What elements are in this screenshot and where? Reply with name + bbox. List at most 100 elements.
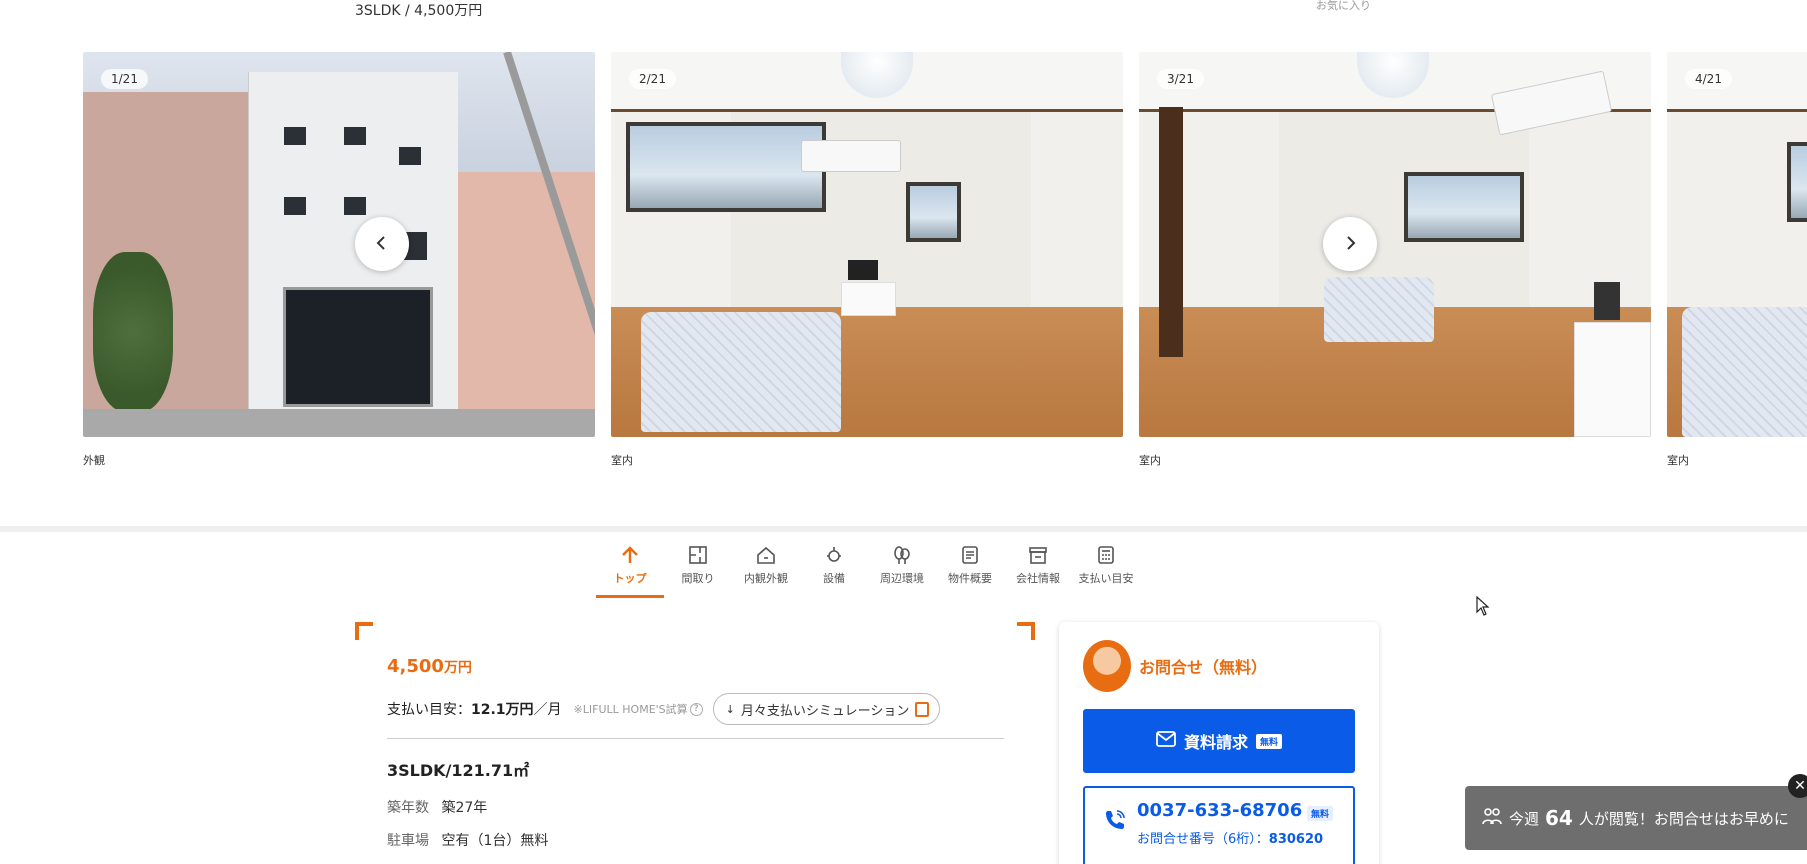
window	[284, 197, 306, 215]
property-summary: 3SLDK / 4,500万円	[355, 3, 483, 19]
interior-photo[interactable]: 4/21	[1667, 52, 1807, 437]
photo-counter: 2/21	[629, 69, 676, 89]
payment-estimate: 支払い目安： 12.1万円 ／月 ※LIFULL HOME'S試算 ? ↓ 月々…	[387, 693, 941, 725]
arrow-up-icon	[619, 544, 641, 566]
arrow-down-icon: ↓	[725, 702, 735, 716]
tab-company[interactable]: 会社情報	[1004, 540, 1072, 596]
bed	[1324, 277, 1434, 342]
people-icon	[1481, 806, 1503, 830]
tv	[848, 260, 878, 280]
chevron-right-icon	[1341, 229, 1359, 259]
entrance-door	[283, 287, 433, 407]
price-unit: 万円	[443, 660, 472, 676]
spec-row: 築年数 築27年	[387, 797, 487, 817]
inquiry-code: 830620	[1268, 832, 1324, 847]
interior-photo[interactable]: 3/21	[1139, 52, 1651, 437]
tab-overview[interactable]: 物件概要	[936, 540, 1004, 596]
photo-counter: 1/21	[101, 69, 148, 89]
gallery-slide[interactable]: 1/21 外観	[83, 52, 595, 467]
property-price: 4,500万円	[387, 656, 472, 677]
calculator-icon	[1095, 544, 1117, 566]
photo-caption: 外観	[83, 454, 105, 467]
spec-key: 駐車場	[387, 833, 429, 849]
window	[626, 122, 826, 212]
tab-label: 設備	[823, 572, 845, 585]
phone-free-badge: 無料	[1307, 806, 1334, 821]
favorite-label[interactable]: お気に入り	[1316, 0, 1371, 13]
payment-label: 支払い目安：	[387, 702, 471, 718]
phone-contact[interactable]: 0037-633-68706 無料 お問合せ番号（6桁）：830620	[1083, 786, 1355, 864]
photo-counter: 3/21	[1157, 69, 1204, 89]
tab-label: 間取り	[681, 572, 715, 585]
window	[1787, 142, 1807, 222]
payment-note: ※LIFULL HOME'S試算	[573, 703, 688, 716]
window	[906, 182, 961, 242]
interior-photo[interactable]: 2/21	[611, 52, 1123, 437]
payment-unit: ／月	[533, 702, 562, 718]
help-icon[interactable]: ?	[689, 702, 703, 716]
section-divider	[0, 526, 1807, 532]
tab-photos[interactable]: 内観外観	[732, 540, 800, 596]
contact-card: お問合せ（無料） 資料請求 無料 0037-633-68706 無料 お問合せ番…	[1059, 622, 1379, 864]
street	[83, 409, 595, 437]
request-documents-button[interactable]: 資料請求 無料	[1083, 709, 1355, 773]
tab-floorplan[interactable]: 間取り	[664, 540, 732, 596]
tab-label: 周辺環境	[880, 572, 924, 585]
gallery-slide[interactable]: 2/21 室内	[611, 52, 1123, 467]
monitor	[1594, 282, 1620, 320]
bed	[1682, 307, 1807, 437]
spec-value: 空有（1台）無料	[441, 833, 549, 849]
tab-label: 支払い目安	[1078, 572, 1134, 585]
phone-icon	[1103, 808, 1127, 832]
store-icon	[1027, 544, 1049, 566]
section-tabs: トップ 間取り 内観外観 設備 周辺環境 物件概要 会社情報 支払い目安	[596, 540, 1140, 598]
tree	[93, 252, 173, 412]
exterior-photo[interactable]: 1/21	[83, 52, 595, 437]
door-frame	[1159, 107, 1183, 357]
floorplan-icon	[687, 544, 709, 566]
cabinet	[1574, 322, 1651, 437]
window	[344, 127, 366, 145]
photo-caption: 室内	[611, 454, 633, 467]
simulation-button[interactable]: ↓ 月々支払いシミュレーション	[712, 693, 941, 725]
price-number: 4,500	[387, 656, 444, 677]
gallery-slide[interactable]: 3/21 室内	[1139, 52, 1651, 467]
cabinet	[841, 282, 896, 316]
tab-surroundings[interactable]: 周辺環境	[868, 540, 936, 596]
inquiry-label: お問合せ番号（6桁）：	[1137, 832, 1269, 847]
next-photo-button[interactable]	[1323, 217, 1377, 271]
tab-label: 物件概要	[948, 572, 992, 585]
banner-close-button[interactable]: ✕	[1788, 774, 1807, 798]
tab-label: トップ	[613, 572, 647, 585]
gallery-slide[interactable]: 4/21 室内	[1667, 52, 1807, 467]
separator	[387, 738, 1004, 739]
spec-row: 駐車場 空有（1台）無料	[387, 830, 548, 850]
frame-corner-left	[355, 622, 373, 640]
window	[344, 197, 366, 215]
window	[399, 147, 421, 165]
banner-prefix: 今週	[1509, 809, 1540, 828]
viewers-banner[interactable]: 今週 64 人が閲覧！お問合せはお早めに	[1465, 786, 1807, 850]
close-icon: ✕	[1794, 778, 1806, 794]
mail-icon	[1156, 731, 1176, 751]
tree-icon	[891, 544, 913, 566]
tab-equipment[interactable]: 設備	[800, 540, 868, 596]
faucet-icon	[823, 544, 845, 566]
bed	[641, 312, 841, 432]
request-button-label: 資料請求	[1183, 733, 1248, 752]
house-icon	[755, 544, 777, 566]
contact-title: お問合せ（無料）	[1139, 658, 1268, 677]
photo-gallery[interactable]: 1/21 外観 2/21 室内 3/21 室内 4/21 室内	[0, 52, 1807, 472]
simulation-button-label: 月々支払いシミュレーション	[740, 703, 910, 719]
prev-photo-button[interactable]	[355, 217, 409, 271]
air-conditioner	[801, 140, 901, 172]
layout-size: 3SLDK/121.71㎡	[387, 761, 530, 780]
tab-payment[interactable]: 支払い目安	[1072, 540, 1140, 596]
neighbor-building-right	[453, 172, 595, 412]
frame-corner-right	[1017, 622, 1035, 640]
free-badge: 無料	[1256, 733, 1283, 749]
chevron-left-icon	[373, 229, 391, 259]
tab-top[interactable]: トップ	[596, 540, 664, 598]
inquiry-number: お問合せ番号（6桁）：830620	[1137, 828, 1323, 847]
window	[284, 127, 306, 145]
